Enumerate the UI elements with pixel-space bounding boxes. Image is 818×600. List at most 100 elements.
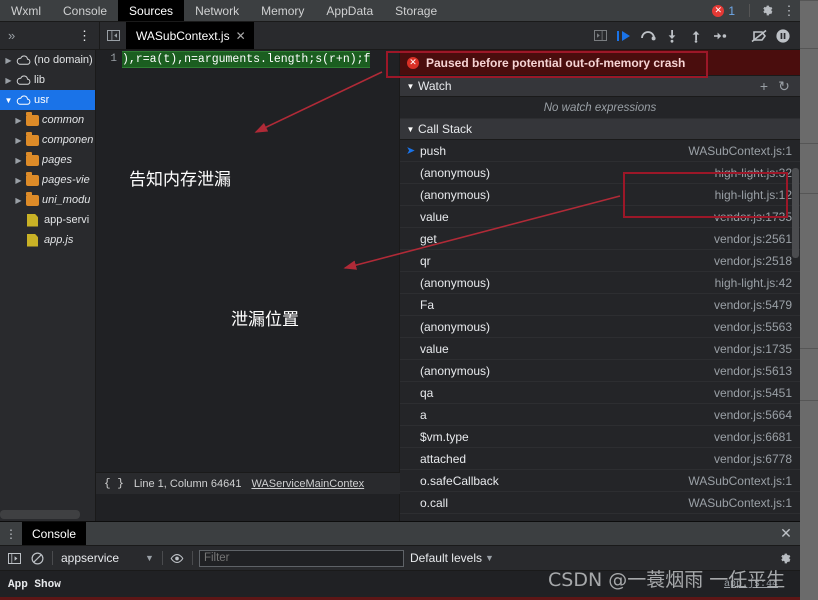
call-stack-scrollbar[interactable] <box>792 168 799 258</box>
plus-icon[interactable]: + <box>754 78 774 94</box>
show-debugger-icon[interactable] <box>587 22 613 49</box>
table-row[interactable]: (anonymous) high-light.js:42 <box>400 272 800 294</box>
table-row[interactable]: qa vendor.js:5451 <box>400 382 800 404</box>
gear-icon-svg <box>781 553 791 563</box>
table-row[interactable]: ➤ push WASubContext.js:1 <box>400 140 800 162</box>
clear-console-icon[interactable] <box>29 550 46 567</box>
watch-section-header[interactable]: ▼ Watch + ↻ <box>400 76 800 97</box>
divider <box>191 551 193 565</box>
gear-icon[interactable] <box>777 550 794 567</box>
tab-storage[interactable]: Storage <box>384 0 448 21</box>
tree-item-uni-modules[interactable]: ▶ uni_modu <box>0 190 95 210</box>
tab-network[interactable]: Network <box>184 0 250 21</box>
tab-wxml[interactable]: Wxml <box>0 0 52 21</box>
kebab-menu-icon[interactable]: ⋮ <box>778 0 800 21</box>
table-row[interactable]: value vendor.js:1735 <box>400 338 800 360</box>
tab-console[interactable]: Console <box>52 0 118 21</box>
format-braces-icon[interactable]: { } <box>104 478 124 490</box>
chevron-right-icon[interactable]: ▶ <box>14 196 23 205</box>
chevron-right-icon[interactable]: ▶ <box>14 116 23 125</box>
close-icon[interactable]: ✕ <box>236 29 246 43</box>
step-out-button[interactable] <box>685 25 707 47</box>
file-tab-wasubcontext[interactable]: WASubContext.js ✕ <box>126 22 254 49</box>
outer-segment <box>800 48 818 143</box>
frame-function: (anonymous) <box>420 363 491 378</box>
console-context-selector[interactable]: appservice ▼ <box>59 551 156 565</box>
tree-item-components[interactable]: ▶ componen <box>0 130 95 150</box>
console-sidebar-icon-svg <box>8 552 21 564</box>
error-count-badge[interactable]: ✕ 1 <box>712 0 743 21</box>
tree-item-pages-view[interactable]: ▶ pages-vie <box>0 170 95 190</box>
chevron-right-icon[interactable]: ▶ <box>4 76 13 85</box>
call-stack-list: ➤ push WASubContext.js:1 (anonymous) high-l… <box>400 140 800 514</box>
chevron-right-icon[interactable]: ▶ <box>14 136 23 145</box>
console-log-source-link[interactable]: app.js:44 <box>724 579 778 590</box>
deactivate-breakpoints-button[interactable] <box>748 25 770 47</box>
navigator-toolbar: » ⋮ <box>0 22 100 49</box>
frame-location: WASubContext.js:1 <box>688 143 792 158</box>
table-row[interactable]: qr vendor.js:2518 <box>400 250 800 272</box>
filter-input[interactable] <box>198 549 404 567</box>
close-icon[interactable]: ✕ <box>772 522 800 545</box>
table-row[interactable]: o.call WASubContext.js:1 <box>400 492 800 514</box>
table-row[interactable]: get vendor.js:2561 <box>400 228 800 250</box>
kebab-menu-icon[interactable]: ⋮ <box>78 29 91 42</box>
tree-item-label: lib <box>34 74 46 86</box>
step-into-button[interactable] <box>661 25 683 47</box>
chevron-down-icon[interactable]: ▼ <box>4 96 13 105</box>
code-editor[interactable]: 1 ),r=a(t),n=arguments.length;s(r+n);f 告… <box>96 50 400 522</box>
table-row[interactable]: $vm.type vendor.js:6681 <box>400 426 800 448</box>
tree-item-app-js[interactable]: app.js <box>0 230 95 250</box>
tree-item-no-domain[interactable]: ▶ (no domain) <box>0 50 95 70</box>
tree-item-usr[interactable]: ▼ usr <box>0 90 95 110</box>
navigator-horizontal-scrollbar[interactable] <box>0 510 80 519</box>
cloud-icon <box>16 75 31 85</box>
resume-icon <box>617 30 630 41</box>
tree-item-common[interactable]: ▶ common <box>0 110 95 130</box>
chevron-down-icon[interactable]: ▼ <box>406 125 415 134</box>
call-stack-section-header[interactable]: ▼ Call Stack <box>400 119 800 140</box>
code-selected-text[interactable]: ),r=a(t),n=arguments.length;s(r+n);f <box>122 50 371 68</box>
folder-icon <box>26 171 39 186</box>
frame-function: $vm.type <box>420 429 469 444</box>
main-tab-bar: Wxml Console Sources Network Memory AppD… <box>0 0 800 22</box>
table-row[interactable]: (anonymous) high-light.js:32 <box>400 162 800 184</box>
step-button[interactable] <box>709 25 731 47</box>
table-row[interactable]: o.safeCallback WASubContext.js:1 <box>400 470 800 492</box>
tab-appdata[interactable]: AppData <box>315 0 384 21</box>
chevron-right-icon[interactable]: ▶ <box>14 176 23 185</box>
outer-right-gutter <box>800 0 818 600</box>
chevron-double-right-icon[interactable]: » <box>8 28 15 43</box>
frame-location: vendor.js:2518 <box>713 253 792 268</box>
source-context-link[interactable]: WAServiceMainContex <box>251 478 364 490</box>
chevron-down-icon[interactable]: ▼ <box>406 82 415 91</box>
gear-icon[interactable] <box>756 0 778 21</box>
chevron-right-icon[interactable]: ▶ <box>4 56 13 65</box>
drawer-tab-console[interactable]: Console <box>22 522 87 545</box>
table-row[interactable]: Fa vendor.js:5479 <box>400 294 800 316</box>
pause-on-exceptions-button[interactable] <box>772 25 794 47</box>
console-sidebar-icon[interactable] <box>6 550 23 567</box>
show-debugger-icon-svg <box>593 30 607 41</box>
table-row[interactable]: (anonymous) vendor.js:5613 <box>400 360 800 382</box>
show-navigator-icon[interactable] <box>100 22 126 49</box>
table-row[interactable]: attached vendor.js:6778 <box>400 448 800 470</box>
refresh-icon[interactable]: ↻ <box>774 78 794 95</box>
tab-label: Storage <box>395 3 438 18</box>
resume-button[interactable] <box>613 25 635 47</box>
table-row[interactable]: a vendor.js:5664 <box>400 404 800 426</box>
log-levels-dropdown[interactable]: Default levels ▼ <box>410 551 494 565</box>
tree-item-lib[interactable]: ▶ lib <box>0 70 95 90</box>
chevron-right-icon[interactable]: ▶ <box>14 156 23 165</box>
step-over-button[interactable] <box>637 25 659 47</box>
tab-memory[interactable]: Memory <box>250 0 315 21</box>
table-row[interactable]: (anonymous) high-light.js:12 <box>400 184 800 206</box>
table-row[interactable]: (anonymous) vendor.js:5563 <box>400 316 800 338</box>
tab-sources[interactable]: Sources <box>118 0 185 21</box>
tree-item-pages[interactable]: ▶ pages <box>0 150 95 170</box>
outer-segment <box>800 193 818 348</box>
tree-item-app-service[interactable]: app-servi <box>0 210 95 230</box>
eye-icon[interactable] <box>169 550 186 567</box>
kebab-menu-icon[interactable]: ⋮ <box>0 522 22 545</box>
table-row[interactable]: value vendor.js:1735 <box>400 206 800 228</box>
